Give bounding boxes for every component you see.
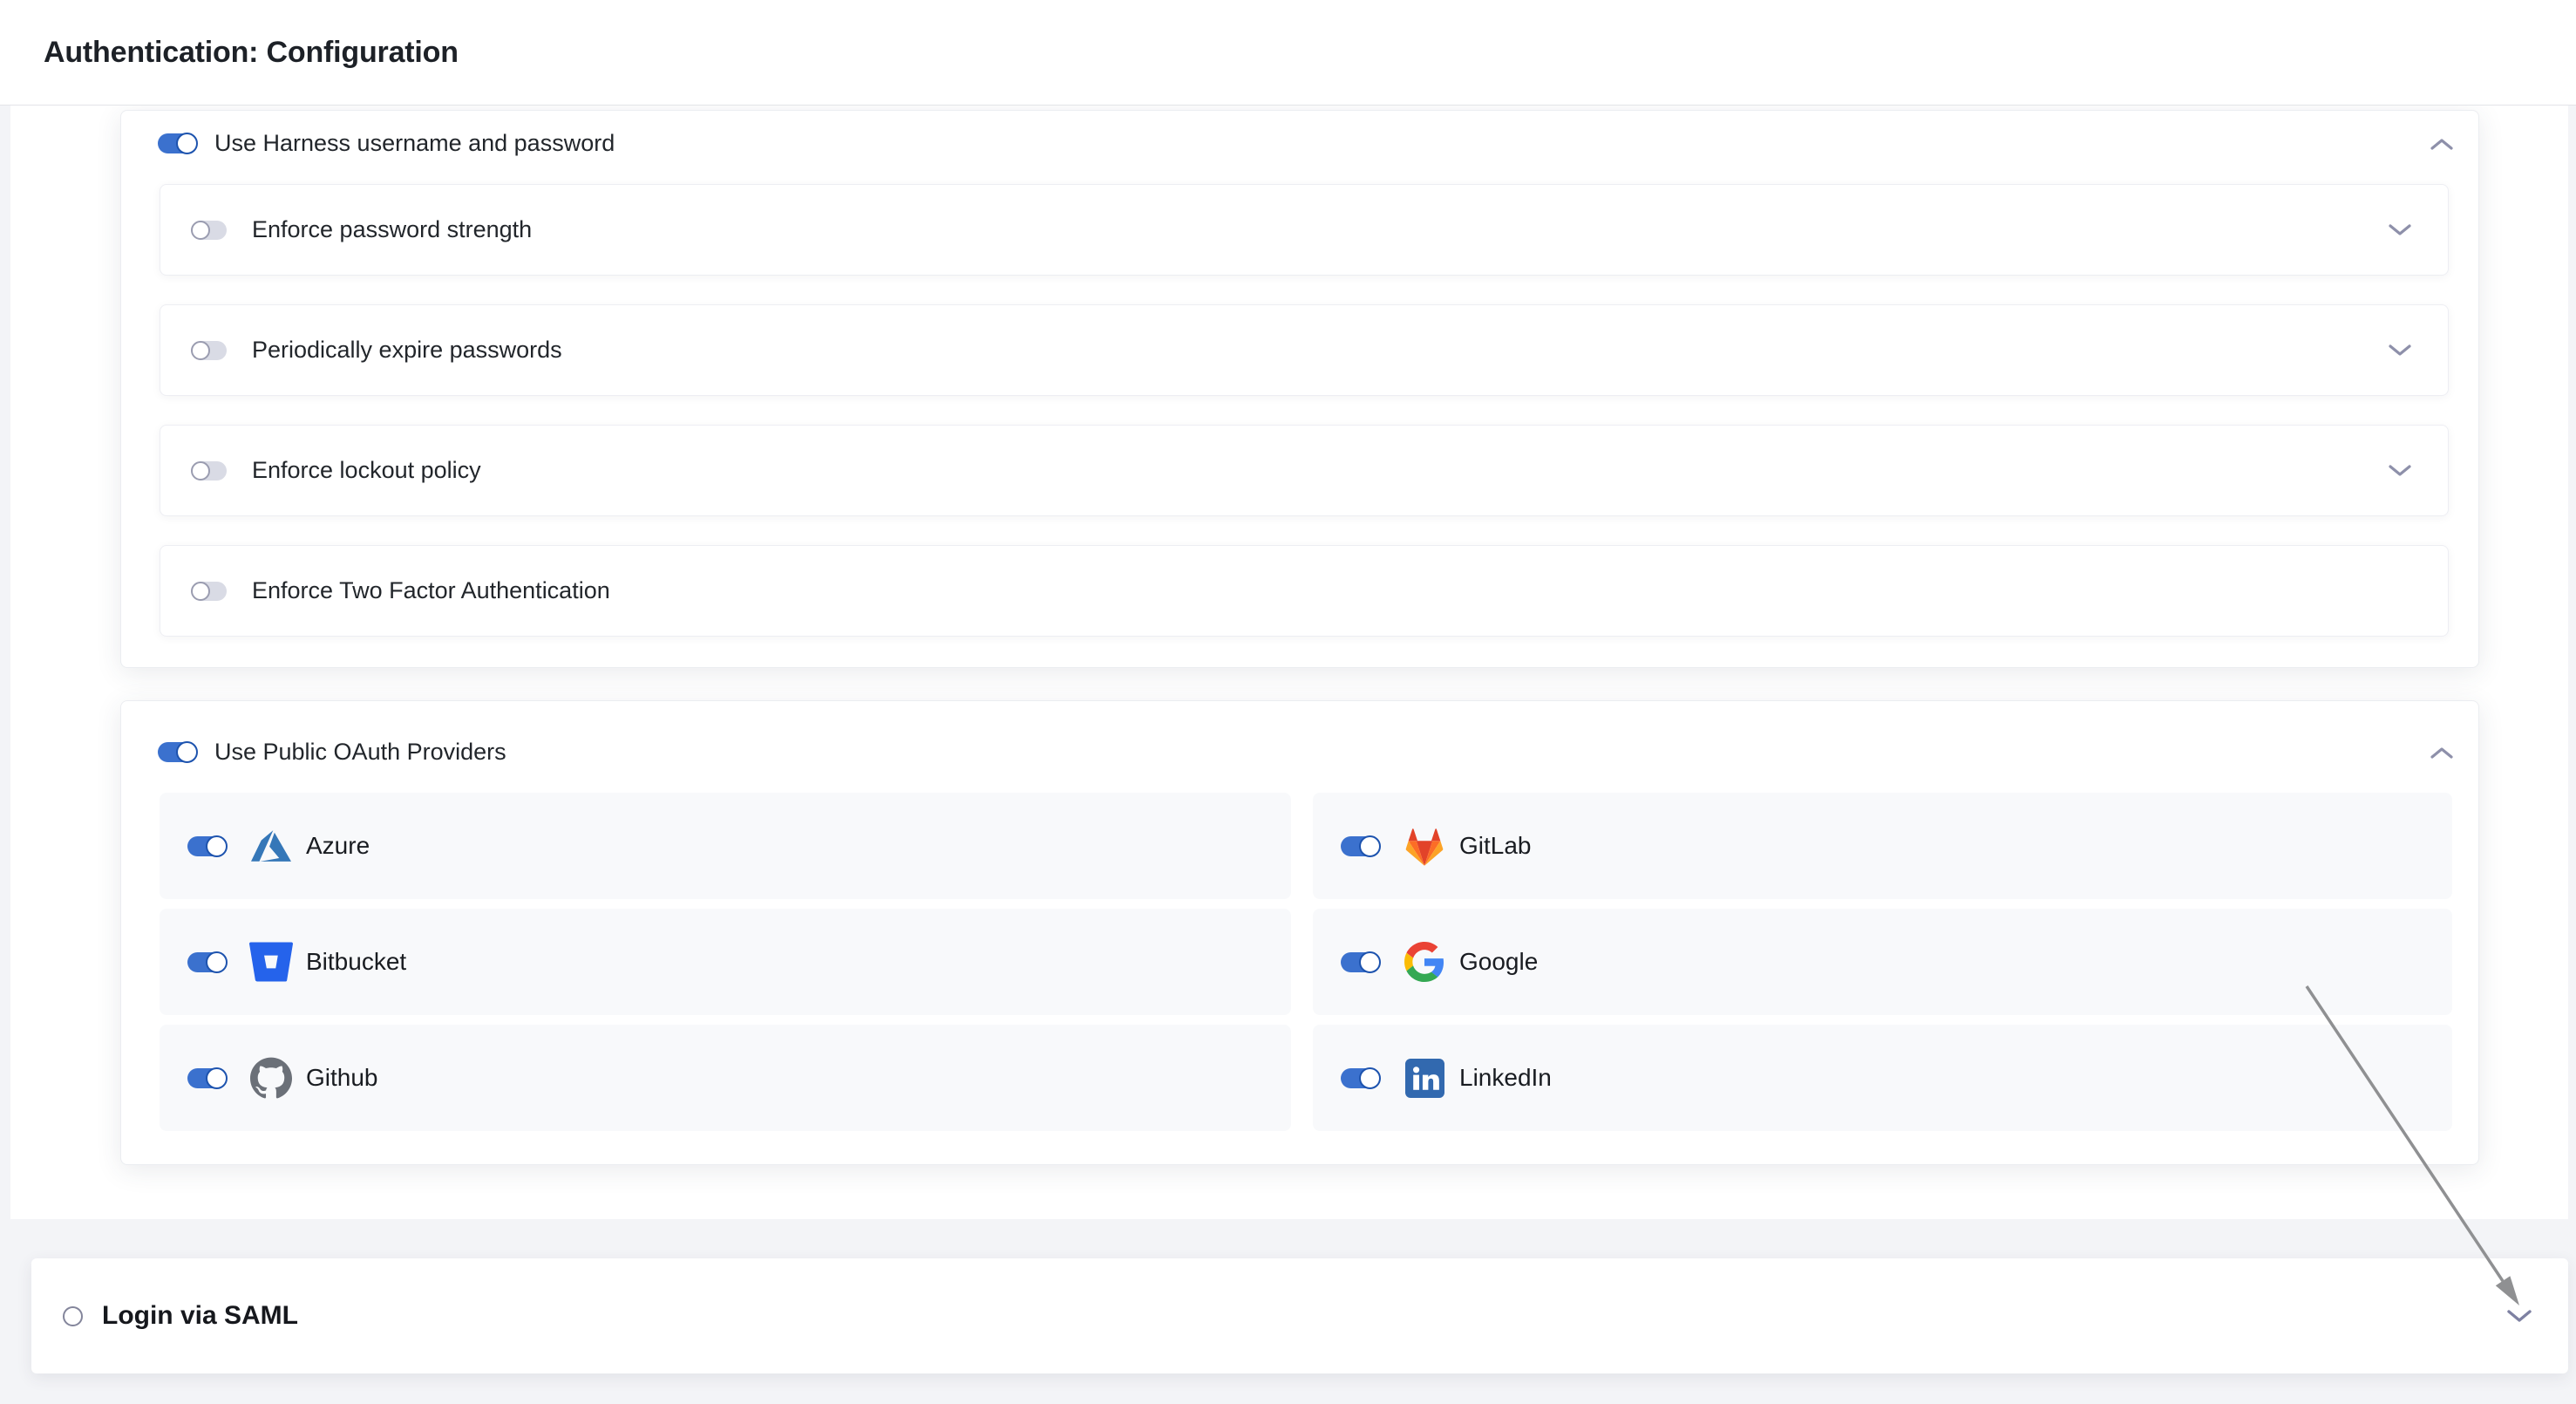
azure-icon — [248, 823, 294, 869]
lockout-policy-expand-button[interactable] — [2387, 464, 2413, 478]
bitbucket-toggle[interactable] — [187, 952, 226, 972]
enforce-lockout-policy-toggle[interactable] — [192, 461, 227, 480]
saml-expand-button[interactable] — [2505, 1308, 2533, 1324]
oauth-section-card: Use Public OAuth Providers Azure — [120, 700, 2479, 1165]
password-section-label: Use Harness username and password — [214, 130, 615, 157]
password-section-header: Use Harness username and password — [158, 123, 615, 163]
oauth-section-header: Use Public OAuth Providers — [158, 732, 506, 772]
chevron-down-icon — [2387, 344, 2413, 358]
github-icon — [248, 1055, 294, 1101]
toggle-knob — [176, 741, 198, 763]
toggle-knob — [1359, 1067, 1381, 1089]
periodically-expire-passwords-toggle[interactable] — [192, 341, 227, 360]
toggle-knob — [206, 835, 228, 857]
provider-row-google: Google — [1313, 909, 2452, 1015]
provider-name: GitLab — [1459, 832, 1532, 860]
provider-row-gitlab: GitLab — [1313, 793, 2452, 899]
saml-section-label: Login via SAML — [102, 1301, 298, 1331]
page-title: Authentication: Configuration — [44, 36, 459, 70]
chevron-down-icon — [2505, 1308, 2533, 1324]
password-section-card: Use Harness username and password Enforc… — [120, 110, 2479, 668]
toggle-knob — [191, 582, 210, 601]
option-label: Periodically expire passwords — [252, 337, 562, 364]
option-label: Enforce lockout policy — [252, 457, 481, 484]
page-header: Authentication: Configuration — [0, 0, 2576, 106]
expire-passwords-expand-button[interactable] — [2387, 344, 2413, 358]
oauth-provider-grid: Azure Bitbucket — [160, 793, 2452, 1131]
chevron-down-icon — [2387, 223, 2413, 237]
option-label: Enforce Two Factor Authentication — [252, 577, 610, 604]
use-public-oauth-toggle[interactable] — [158, 742, 196, 762]
gitlab-toggle[interactable] — [1341, 836, 1379, 856]
provider-name: Google — [1459, 948, 1538, 976]
toggle-knob — [191, 221, 210, 240]
google-icon — [1402, 939, 1447, 985]
toggle-knob — [176, 133, 198, 154]
option-row-password-strength: Enforce password strength — [160, 184, 2449, 276]
azure-toggle[interactable] — [187, 836, 226, 856]
option-row-expire-passwords: Periodically expire passwords — [160, 304, 2449, 396]
provider-name: Azure — [306, 832, 370, 860]
linkedin-toggle[interactable] — [1341, 1068, 1379, 1088]
linkedin-icon — [1402, 1055, 1447, 1101]
chevron-up-icon — [2429, 137, 2455, 151]
toggle-knob — [191, 461, 210, 480]
provider-name: Bitbucket — [306, 948, 406, 976]
provider-name: Github — [306, 1064, 378, 1092]
toggle-knob — [1359, 835, 1381, 857]
oauth-section-label: Use Public OAuth Providers — [214, 739, 506, 766]
password-strength-expand-button[interactable] — [2387, 223, 2413, 237]
toggle-knob — [191, 341, 210, 360]
oauth-section-collapse-button[interactable] — [2428, 745, 2456, 760]
provider-row-bitbucket: Bitbucket — [160, 909, 1291, 1015]
provider-row-azure: Azure — [160, 793, 1291, 899]
content-panel: Use Harness username and password Enforc… — [10, 106, 2568, 1219]
gitlab-icon — [1402, 823, 1447, 869]
provider-row-github: Github — [160, 1025, 1291, 1131]
chevron-up-icon — [2429, 746, 2455, 760]
bitbucket-icon — [248, 939, 294, 985]
password-section-collapse-button[interactable] — [2428, 136, 2456, 152]
enforce-two-factor-auth-toggle[interactable] — [192, 582, 227, 601]
enforce-password-strength-toggle[interactable] — [192, 221, 227, 240]
toggle-knob — [206, 951, 228, 973]
chevron-down-icon — [2387, 464, 2413, 478]
option-row-lockout-policy: Enforce lockout policy — [160, 425, 2449, 516]
saml-section-row: Login via SAML — [31, 1258, 2568, 1373]
provider-row-linkedin: LinkedIn — [1313, 1025, 2452, 1131]
saml-radio-button[interactable] — [63, 1306, 83, 1326]
toggle-knob — [206, 1067, 228, 1089]
use-harness-password-toggle[interactable] — [158, 133, 196, 153]
toggle-knob — [1359, 951, 1381, 973]
option-label: Enforce password strength — [252, 216, 532, 243]
google-toggle[interactable] — [1341, 952, 1379, 972]
provider-name: LinkedIn — [1459, 1064, 1552, 1092]
github-toggle[interactable] — [187, 1068, 226, 1088]
option-row-two-factor-auth: Enforce Two Factor Authentication — [160, 545, 2449, 637]
